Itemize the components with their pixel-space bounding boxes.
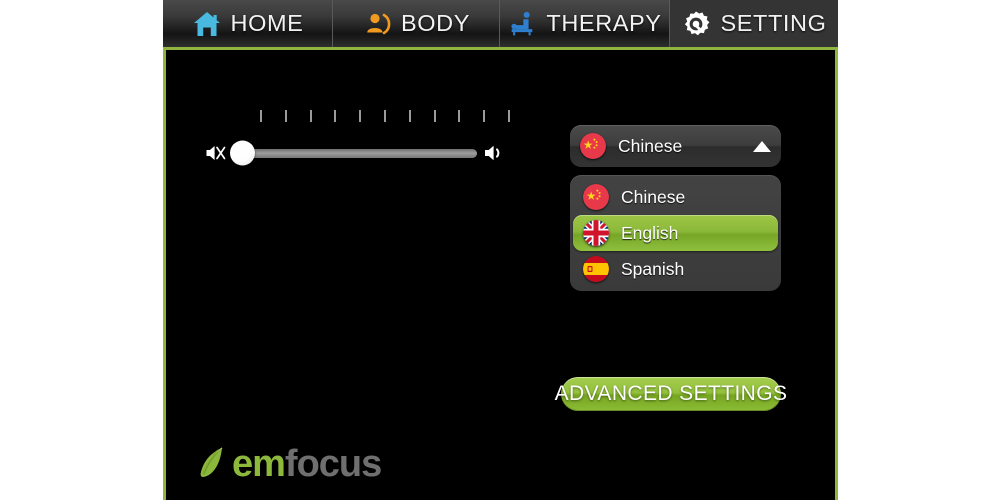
language-option-chinese[interactable]: Chinese	[573, 179, 778, 215]
volume-tick	[284, 110, 287, 122]
advanced-settings-button[interactable]: ADVANCED SETTINGS	[555, 377, 787, 411]
volume-slider-row	[202, 137, 507, 169]
logo-text: emfocus	[232, 443, 382, 486]
tab-therapy[interactable]: THERAPY	[500, 0, 670, 47]
gear-icon	[681, 9, 711, 39]
language-option-english[interactable]: English	[573, 215, 778, 251]
logo-text-primary: em	[232, 443, 286, 485]
settings-screen: Chinese Chinese English Spanish ADVANCED…	[163, 47, 838, 500]
language-option-label: Spanish	[621, 258, 685, 279]
main-tab-bar: HOME BODY THERAPY SETTING	[163, 0, 838, 47]
flag-china-icon	[580, 133, 606, 159]
volume-tick	[359, 110, 362, 122]
volume-tick	[507, 110, 510, 122]
volume-tick	[260, 110, 262, 122]
volume-tick	[458, 110, 461, 122]
volume-slider-knob[interactable]	[230, 140, 255, 166]
emfocus-logo: emfocus	[192, 442, 382, 487]
tab-home[interactable]: HOME	[163, 0, 333, 47]
flag-china-icon	[583, 184, 609, 210]
language-option-spanish[interactable]: Spanish	[573, 251, 778, 287]
therapy-icon	[507, 9, 537, 39]
language-option-label: Chinese	[621, 186, 686, 207]
speaker-volume-icon[interactable]	[481, 140, 507, 166]
tab-setting[interactable]: SETTING	[670, 0, 838, 47]
volume-tick	[309, 110, 312, 122]
volume-tick-marks	[260, 110, 510, 122]
tab-setting-label: SETTING	[720, 10, 827, 36]
home-icon	[192, 9, 222, 39]
volume-control	[202, 110, 510, 170]
chevron-up-icon[interactable]	[753, 140, 771, 152]
body-icon	[362, 9, 392, 39]
tab-body[interactable]: BODY	[333, 0, 500, 47]
volume-tick	[334, 110, 337, 122]
advanced-settings-label: ADVANCED SETTINGS	[554, 382, 788, 405]
logo-text-secondary: focus	[284, 443, 382, 485]
tab-home-label: HOME	[230, 10, 304, 36]
tab-therapy-label: THERAPY	[546, 10, 662, 36]
flag-spain-icon	[583, 256, 609, 282]
volume-slider[interactable]	[230, 140, 477, 166]
language-selector: Chinese Chinese English Spanish	[570, 125, 781, 291]
language-dropdown-toggle[interactable]: Chinese	[570, 125, 781, 167]
leaf-icon	[192, 442, 232, 487]
volume-tick	[483, 110, 486, 122]
language-options-list: Chinese English Spanish	[570, 175, 781, 291]
tab-body-label: BODY	[401, 10, 470, 36]
language-option-label: English	[621, 222, 679, 243]
speaker-mute-icon[interactable]	[202, 140, 228, 166]
volume-tick	[408, 110, 411, 122]
volume-tick	[383, 110, 386, 122]
app-root: HOME BODY THERAPY SETTING Chinese Chines…	[0, 0, 1000, 500]
screen-content: Chinese Chinese English Spanish ADVANCED…	[166, 50, 835, 500]
volume-slider-track[interactable]	[240, 148, 477, 158]
language-selected-label: Chinese	[618, 135, 683, 156]
volume-tick	[433, 110, 436, 122]
flag-uk-icon	[583, 220, 609, 246]
